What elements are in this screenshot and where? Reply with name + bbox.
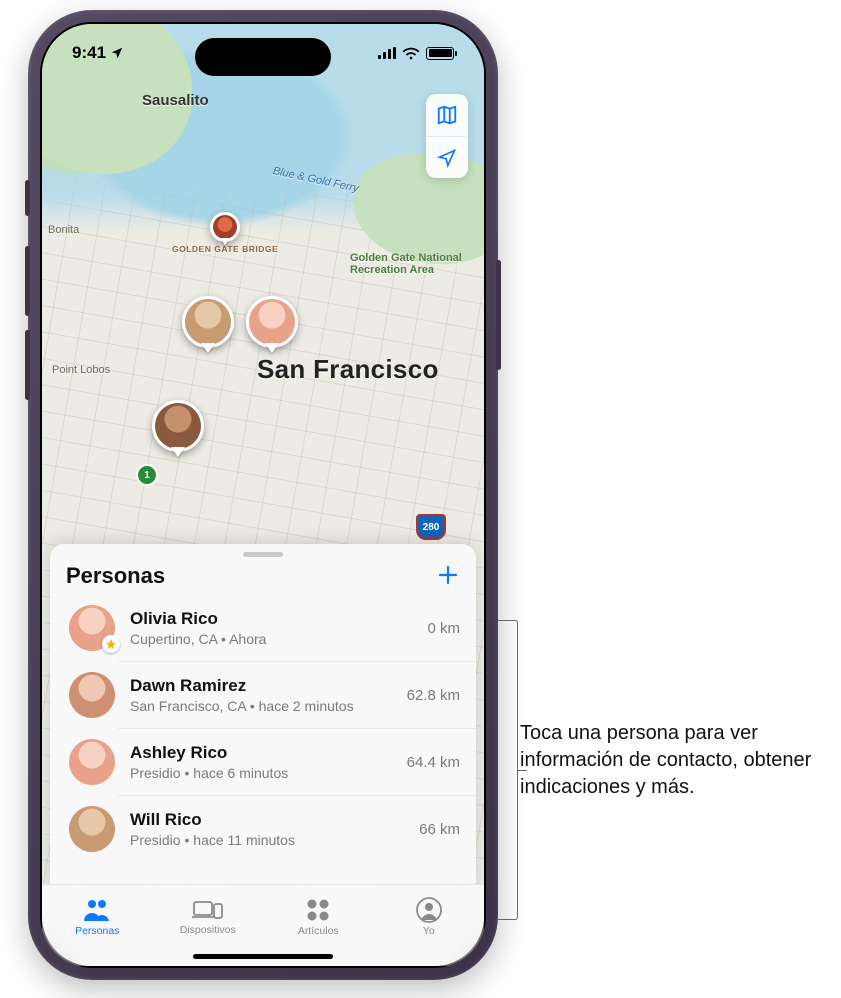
cellular-signal-icon: [378, 47, 396, 59]
person-name: Ashley Rico: [130, 743, 395, 763]
location-arrow-icon: [437, 148, 457, 168]
tab-people[interactable]: Personas: [42, 885, 153, 948]
person-name: Dawn Ramirez: [130, 676, 395, 696]
locate-me-button[interactable]: [426, 136, 468, 178]
person-row[interactable]: Will Rico Presidio • hace 11 minutos 66 …: [118, 795, 476, 862]
person-subtitle: Cupertino, CA • Ahora: [130, 631, 415, 647]
map-icon: [436, 104, 458, 126]
tab-label: Personas: [75, 925, 119, 937]
tab-devices[interactable]: Dispositivos: [153, 885, 264, 948]
tab-me[interactable]: Yo: [374, 885, 485, 948]
avatar: [185, 299, 231, 345]
person-distance: 66 km: [419, 821, 460, 838]
battery-icon: [426, 47, 454, 60]
volume-up-button: [25, 246, 30, 316]
person-row[interactable]: Olivia Rico Cupertino, CA • Ahora 0 km: [50, 595, 476, 661]
wifi-icon: [402, 46, 420, 60]
mute-switch: [25, 180, 30, 216]
location-arrow-icon: [110, 46, 124, 60]
person-distance: 64.4 km: [407, 754, 460, 771]
avatar: [69, 739, 115, 785]
plus-icon: [436, 563, 460, 587]
sheet-grabber[interactable]: [243, 552, 283, 557]
person-row[interactable]: Dawn Ramirez San Francisco, CA • hace 2 …: [118, 661, 476, 728]
tab-label: Dispositivos: [180, 924, 236, 936]
status-time: 9:41: [72, 43, 106, 63]
bridge-icon: [213, 215, 237, 239]
side-button: [496, 260, 501, 370]
person-name: Will Rico: [130, 810, 407, 830]
avatar: [155, 403, 201, 449]
map-pin-person[interactable]: [182, 296, 234, 348]
map-label-bonita: Bonita: [48, 224, 79, 236]
map-pin-person[interactable]: [152, 400, 204, 452]
avatar: [69, 672, 115, 718]
highway-1-shield: 1: [136, 464, 158, 486]
map-label-park: Golden Gate National Recreation Area: [350, 252, 470, 276]
sheet-title: Personas: [66, 563, 165, 589]
person-distance: 0 km: [427, 620, 460, 637]
people-icon: [82, 897, 112, 923]
avatar: [249, 299, 295, 345]
person-icon: [416, 897, 442, 923]
dynamic-island: [195, 38, 331, 76]
person-subtitle: Presidio • hace 11 minutos: [130, 832, 407, 848]
people-sheet[interactable]: Personas O: [50, 544, 476, 894]
map-label-sausalito: Sausalito: [142, 92, 209, 109]
home-indicator[interactable]: [193, 954, 333, 959]
annotation-callout: Toca una persona para ver información de…: [520, 720, 820, 801]
person-distance: 62.8 km: [407, 687, 460, 704]
devices-icon: [192, 898, 224, 922]
map-label-point-lobos: Point Lobos: [52, 364, 110, 376]
map-label-bridge: GOLDEN GATE BRIDGE: [172, 244, 278, 254]
add-person-button[interactable]: [436, 563, 460, 589]
map-pin-person[interactable]: [246, 296, 298, 348]
tab-label: Yo: [423, 925, 435, 937]
avatar: [69, 806, 115, 852]
map-label-city: San Francisco: [257, 354, 439, 385]
map-poi-bridge[interactable]: [210, 212, 240, 242]
person-row[interactable]: Ashley Rico Presidio • hace 6 minutos 64…: [118, 728, 476, 795]
tab-label: Artículos: [298, 925, 339, 937]
iphone-frame: 9:41 Sausalito Bonita Point Lobos: [28, 10, 498, 980]
person-name: Olivia Rico: [130, 609, 415, 629]
callout-bracket: [498, 620, 518, 920]
favorite-badge: [102, 635, 120, 653]
volume-down-button: [25, 330, 30, 400]
map-controls: [426, 94, 468, 178]
tab-items[interactable]: Artículos: [263, 885, 374, 948]
person-subtitle: San Francisco, CA • hace 2 minutos: [130, 698, 395, 714]
star-icon: [105, 638, 117, 650]
items-icon: [305, 897, 331, 923]
highway-280-shield: 280: [416, 514, 446, 540]
person-subtitle: Presidio • hace 6 minutos: [130, 765, 395, 781]
map-label-ferry: Blue & Gold Ferry: [272, 165, 360, 195]
map-mode-button[interactable]: [426, 94, 468, 136]
